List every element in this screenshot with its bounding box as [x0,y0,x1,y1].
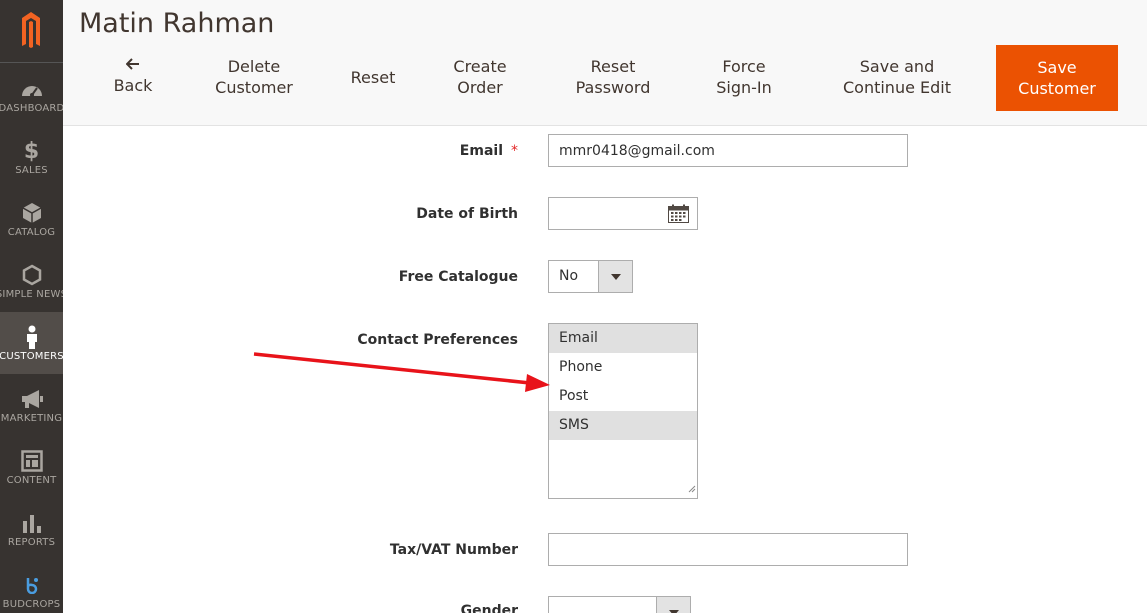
email-value: mmr0418@gmail.com [559,142,715,159]
reset-password-button[interactable]: Reset Password [563,56,663,98]
email-label-text: Email [459,143,503,159]
magento-logo-icon [22,12,40,48]
dollar-icon: $ [23,138,40,164]
sidebar-item-label: BUDCROPS [2,599,61,610]
dob-field[interactable] [548,197,698,230]
sidebar-item-label: DASHBOARD [0,103,63,114]
delete-customer-button[interactable]: Delete Customer [203,56,305,98]
dob-label: Date of Birth [416,206,518,222]
back-label: Back [113,76,153,95]
free-catalogue-label: Free Catalogue [398,269,518,285]
email-field[interactable]: mmr0418@gmail.com [548,134,908,167]
gauge-icon [0,78,63,100]
sidebar-item-customers[interactable]: CUSTOMERS [0,312,63,374]
email-label: Email * [460,143,518,159]
sidebar-item-label: REPORTS [7,537,56,548]
back-button[interactable]: Back [107,56,159,96]
option-post[interactable]: Post [549,382,697,411]
page-title: Matin Rahman [79,8,275,39]
free-catalogue-value: No [559,268,579,284]
force-sign-in-button[interactable]: Force Sign-In [704,56,784,98]
layout-icon [0,450,63,472]
save-and-continue-button[interactable]: Save and Continue Edit [833,56,961,98]
sidebar-item-label: SALES [15,165,48,176]
cube-icon [0,202,63,224]
sidebar-item-budcrops[interactable]: BUDCROPS [0,560,63,613]
sidebar-item-label: CUSTOMERS [0,351,63,362]
arrow-left-icon [107,56,159,75]
chevron-down-icon [598,261,632,292]
create-order-button[interactable]: Create Order [440,56,520,98]
megaphone-icon [0,388,63,410]
sidebar-item-sales[interactable]: $ SALES [0,126,63,188]
button-label: Reset [350,68,396,87]
sidebar-item-simple-news[interactable]: SIMPLE NEWS [0,250,63,312]
button-label-line1: Force [722,57,766,76]
logo-divider [0,62,63,63]
sidebar-item-label: CATALOG [7,227,56,238]
resize-handle-icon[interactable] [688,478,696,497]
button-label-line1: Create [453,57,507,76]
hexagon-icon [0,264,63,286]
calendar-icon[interactable] [668,204,689,227]
contact-preferences-label: Contact Preferences [357,332,518,348]
button-label-line1: Save [1037,58,1077,77]
sidebar-item-content[interactable]: CONTENT [0,436,63,498]
option-phone[interactable]: Phone [549,353,697,382]
free-catalogue-select[interactable]: No [548,260,633,293]
sidebar-item-label: CONTENT [6,475,57,486]
sidebar-item-label: MARKETING [0,413,63,424]
chevron-down-icon [656,597,690,613]
button-label-line2: Sign-In [716,78,772,97]
gender-label: Gender [460,603,518,613]
reset-button[interactable]: Reset [338,67,408,88]
app-root: DASHBOARD $ SALES CATALOG SIMPLE NEWS CU… [0,0,1147,613]
required-asterisk: * [511,143,518,159]
budcrops-icon [0,574,63,596]
button-label-line2: Password [575,78,651,97]
button-label-line2: Customer [215,78,293,97]
person-icon [0,325,63,349]
button-label-line2: Continue Edit [842,78,951,97]
taxvat-field[interactable] [548,533,908,566]
sidebar-item-reports[interactable]: REPORTS [0,498,63,560]
option-email[interactable]: Email [549,324,697,353]
button-label-line1: Save and [859,57,935,76]
page-header: Matin Rahman Back Delete Customer Reset … [63,0,1147,126]
button-label-line2: Order [457,78,503,97]
bar-chart-icon [0,512,63,534]
sidebar-item-dashboard[interactable]: DASHBOARD [0,64,63,126]
gender-select[interactable] [548,596,691,613]
admin-sidebar: DASHBOARD $ SALES CATALOG SIMPLE NEWS CU… [0,0,63,613]
sidebar-item-marketing[interactable]: MARKETING [0,374,63,436]
button-label-line1: Delete [227,57,281,76]
sidebar-item-label: SIMPLE NEWS [0,289,63,300]
sidebar-item-catalog[interactable]: CATALOG [0,188,63,250]
contact-preferences-multiselect[interactable]: Email Phone Post SMS [548,323,698,499]
option-sms[interactable]: SMS [549,411,697,440]
button-label-line1: Reset [590,57,636,76]
magento-logo[interactable] [0,0,63,62]
button-label-line2: Customer [1018,79,1096,98]
save-customer-button[interactable]: Save Customer [996,45,1118,111]
taxvat-label: Tax/VAT Number [389,542,518,558]
